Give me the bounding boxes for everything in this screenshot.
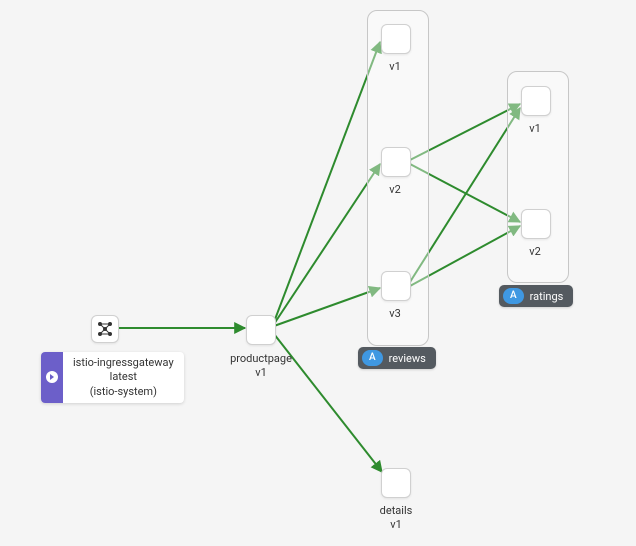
productpage-name: productpage <box>221 352 301 366</box>
arrow-right-circle-icon <box>45 370 59 384</box>
ratings-v1-text: v1 <box>514 122 556 136</box>
details-version: v1 <box>368 518 424 532</box>
gateway-card-body: istio-ingressgateway latest (istio-syste… <box>63 352 184 403</box>
reviews-v2-text: v2 <box>374 183 416 197</box>
ratings-group-label: ratings <box>530 290 564 303</box>
service-graph-canvas[interactable]: istio-ingressgateway latest (istio-syste… <box>0 0 636 546</box>
productpage-version: v1 <box>221 366 301 380</box>
reviews-badge-letter: A <box>362 350 383 366</box>
node-reviews-v3[interactable] <box>381 271 411 301</box>
gateway-version: latest <box>73 370 174 384</box>
node-ratings-v2[interactable] <box>521 209 551 239</box>
group-badge-reviews[interactable]: A reviews <box>358 347 436 369</box>
details-name: details <box>368 504 424 518</box>
node-details-label: details v1 <box>368 504 424 532</box>
ratings-v2-text: v2 <box>514 245 556 259</box>
edge-productpage-reviews-v2 <box>274 164 380 324</box>
node-productpage-label: productpage v1 <box>221 352 301 380</box>
node-details[interactable] <box>381 468 411 498</box>
node-ratings-v2-label: v2 <box>514 245 556 259</box>
ratings-badge-letter: A <box>503 288 524 304</box>
node-reviews-v2-label: v2 <box>374 183 416 197</box>
reviews-group-label: reviews <box>389 352 426 365</box>
gateway-card-accent <box>41 352 63 403</box>
node-reviews-v3-label: v3 <box>374 307 416 321</box>
node-reviews-v1[interactable] <box>381 24 411 54</box>
node-ratings-v1-label: v1 <box>514 122 556 136</box>
gateway-namespace: (istio-system) <box>73 385 174 399</box>
group-badge-ratings[interactable]: A ratings <box>499 285 573 307</box>
reviews-v3-text: v3 <box>374 307 416 321</box>
node-reviews-v2[interactable] <box>381 147 411 177</box>
node-ratings-v1[interactable] <box>521 86 551 116</box>
gateway-node-icon[interactable] <box>91 315 119 343</box>
mesh-icon <box>97 321 113 337</box>
reviews-v1-text: v1 <box>374 60 416 74</box>
node-reviews-v1-label: v1 <box>374 60 416 74</box>
edge-productpage-reviews-v3 <box>274 288 380 326</box>
node-productpage[interactable] <box>246 315 276 345</box>
gateway-card[interactable]: istio-ingressgateway latest (istio-syste… <box>41 352 184 403</box>
gateway-name: istio-ingressgateway <box>73 356 174 370</box>
edge-productpage-reviews-v1 <box>274 42 380 322</box>
